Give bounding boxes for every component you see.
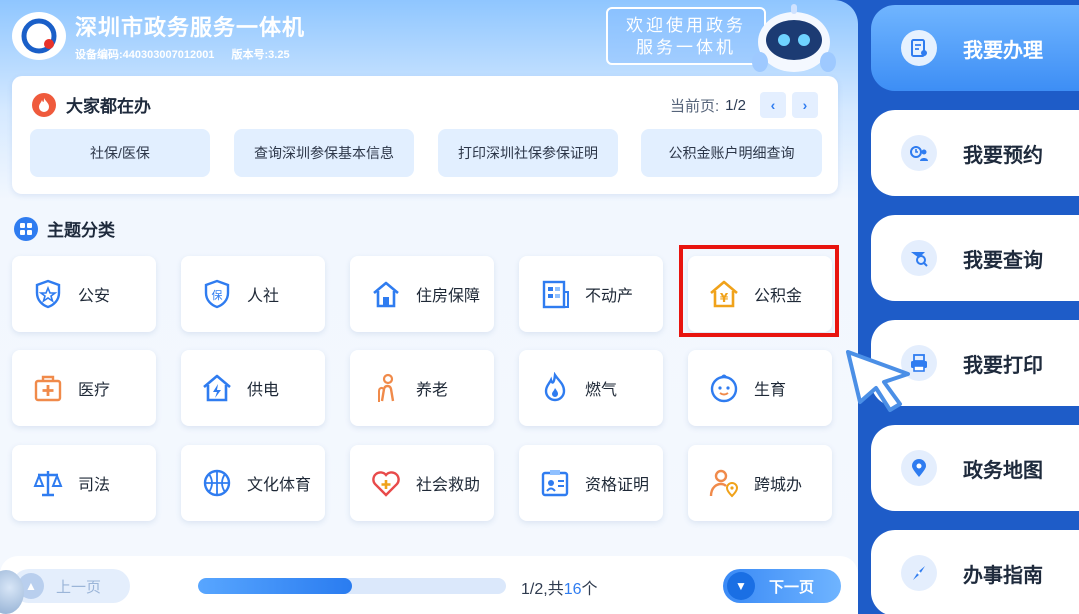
heart-aid-icon [372, 471, 400, 497]
nav-label: 办事指南 [963, 564, 1043, 587]
building-doc-icon [542, 280, 569, 309]
main-panel: 深圳市政务服务一体机 设备编码:440303007012001 版本号:3.25… [0, 0, 858, 614]
nav-query[interactable]: 我要查询 [871, 215, 1079, 301]
topic-label: 医疗 [78, 382, 111, 399]
chevron-down-icon: ▼ [727, 572, 755, 600]
welcome-line-2: 服务一体机 [636, 38, 736, 57]
social-security-shield-icon: 保 [204, 279, 230, 309]
popular-title-row: 大家都在办 [32, 92, 151, 117]
topic-label: 跨城办 [754, 477, 803, 494]
topic-tile-housing[interactable]: 住房保障 [350, 256, 494, 332]
power-house-icon [203, 374, 231, 402]
popular-button-housing-fund-detail[interactable]: 公积金账户明细查询 [641, 129, 822, 177]
appointment-user-icon [901, 135, 937, 171]
gas-flame-icon [544, 372, 566, 402]
popular-button-query-insurance[interactable]: 查询深圳参保基本信息 [234, 129, 414, 177]
nav-guide[interactable]: 办事指南 [871, 530, 1079, 614]
topic-label: 人社 [247, 288, 280, 305]
nav-label: 政务地图 [963, 459, 1043, 482]
topic-tile-power[interactable]: 供电 [181, 350, 325, 426]
certificate-icon [541, 470, 569, 497]
topic-label: 养老 [416, 382, 449, 399]
welcome-line-1: 欢迎使用政务 [626, 16, 746, 35]
nav-gov-map[interactable]: 政务地图 [871, 425, 1079, 511]
page-total: 16 [563, 581, 582, 598]
topic-tile-cross-city[interactable]: 跨城办 [688, 445, 832, 521]
topic-tile-police[interactable]: 公安 [12, 256, 156, 332]
compass-icon [901, 555, 937, 591]
map-pin-icon [901, 450, 937, 486]
topics-title-row: 主题分类 [14, 216, 115, 241]
police-shield-icon [35, 279, 61, 309]
popular-button-print-insurance[interactable]: 打印深圳社保参保证明 [438, 129, 618, 177]
elderly-person-icon [378, 373, 395, 402]
popular-services-card: 大家都在办 当前页: 1/2 ‹ › 社保/医保 查询深圳参保基本信息 打印深圳… [12, 76, 838, 194]
topic-tile-justice[interactable]: 司法 [12, 445, 156, 521]
prev-page-label: 上一页 [56, 578, 102, 596]
topic-tile-medical[interactable]: 医疗 [12, 350, 156, 426]
person-location-icon [709, 469, 739, 498]
nav-label: 我要打印 [963, 354, 1043, 377]
popular-pager: 当前页: 1/2 ‹ › [670, 92, 818, 118]
medical-kit-icon [34, 375, 62, 402]
pager-prev-button[interactable]: ‹ [760, 92, 786, 118]
topic-label: 资格证明 [585, 477, 650, 494]
pagination-footer: ▲ 上一页 1/2,共16个 ▼ 下一页 [0, 556, 858, 614]
search-query-icon [901, 240, 937, 276]
pager-next-button[interactable]: › [792, 92, 818, 118]
topic-tile-real-estate[interactable]: 不动产 [519, 256, 663, 332]
welcome-banner: 欢迎使用政务 服务一体机 [606, 7, 766, 65]
svg-text:保: 保 [212, 288, 223, 302]
device-code: 设备编码:440303007012001 [75, 49, 215, 61]
nav-appointment[interactable]: 我要预约 [871, 110, 1079, 196]
nav-label: 我要预约 [963, 144, 1043, 167]
next-page-label: 下一页 [769, 578, 815, 596]
house-icon [373, 281, 399, 308]
document-edit-icon [901, 30, 937, 66]
device-meta: 设备编码:440303007012001 版本号:3.25 [75, 46, 290, 62]
page-unit: 个 [581, 581, 598, 598]
popular-title: 大家都在办 [66, 97, 151, 116]
topic-tile-gas[interactable]: 燃气 [519, 350, 663, 426]
nav-label: 我要办理 [963, 39, 1043, 62]
version-number: 版本号:3.25 [231, 49, 290, 61]
nav-label: 我要查询 [963, 249, 1043, 272]
pager-label: 当前页: [669, 97, 720, 115]
topic-tile-social[interactable]: 保 人社 [181, 256, 325, 332]
topic-label: 燃气 [585, 382, 618, 399]
government-logo [12, 12, 66, 60]
next-page-button[interactable]: ▼ 下一页 [723, 569, 841, 603]
topic-label: 供电 [247, 382, 280, 399]
justice-scale-icon [33, 471, 63, 497]
topic-label: 司法 [78, 477, 111, 494]
topic-tile-qualification[interactable]: 资格证明 [519, 445, 663, 521]
category-grid-icon [14, 216, 38, 241]
page-progress-bar [198, 578, 506, 594]
robot-mascot-icon [752, 4, 836, 72]
topic-tile-birth[interactable]: 生育 [688, 350, 832, 426]
nav-handle[interactable]: 我要办理 [871, 5, 1079, 91]
topic-tile-elderly[interactable]: 养老 [350, 350, 494, 426]
topic-tile-culture-sports[interactable]: 文化体育 [181, 445, 325, 521]
page-progress-fill [198, 578, 352, 594]
pager-value: 1/2 [725, 96, 746, 114]
sports-ball-icon [203, 469, 231, 497]
topic-label: 生育 [754, 382, 787, 399]
topic-label: 文化体育 [247, 477, 312, 494]
topic-tile-social-aid[interactable]: 社会救助 [350, 445, 494, 521]
app-title: 深圳市政务服务一体机 [75, 15, 306, 40]
topic-label: 公安 [78, 288, 111, 305]
topics-title: 主题分类 [47, 221, 115, 240]
baby-face-icon [710, 374, 738, 403]
topic-label: 住房保障 [416, 288, 481, 305]
page-count: 1/2,共16个 [521, 575, 598, 599]
prev-page-button[interactable]: ▲ 上一页 [12, 569, 130, 603]
highlight-box [679, 245, 839, 337]
topic-label: 不动产 [585, 288, 634, 305]
page-current: 1/2,共 [521, 581, 564, 598]
pointer-cursor-icon [846, 350, 910, 412]
topic-label: 社会救助 [416, 477, 481, 494]
fire-icon [32, 92, 56, 117]
popular-button-social-medical[interactable]: 社保/医保 [30, 129, 210, 177]
